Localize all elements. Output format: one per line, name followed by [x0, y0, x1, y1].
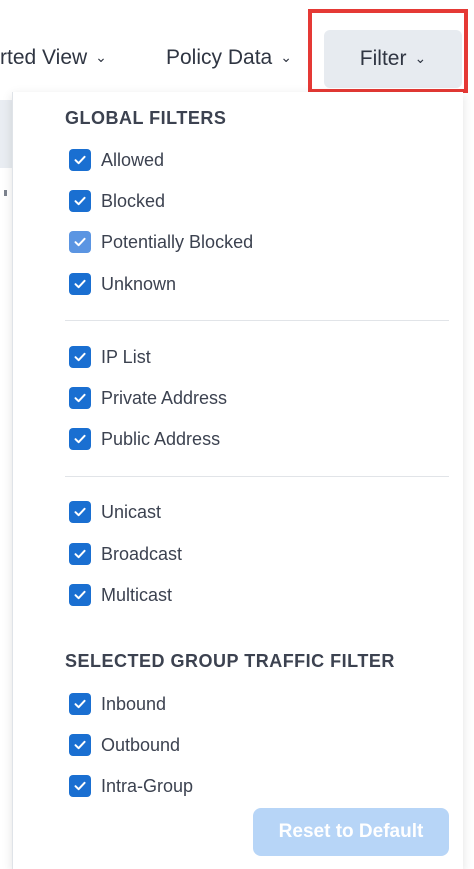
sorted-view-label: rted View	[0, 46, 88, 69]
filter-option-public-address[interactable]: Public Address	[69, 426, 220, 452]
divider	[65, 320, 449, 321]
filter-dropdown-panel: GLOBAL FILTERS Allowed Blocked Potential…	[12, 92, 463, 869]
filter-option-multicast[interactable]: Multicast	[69, 582, 172, 608]
checkbox-checked-icon[interactable]	[69, 584, 91, 606]
option-label: Broadcast	[101, 543, 183, 564]
checkbox-checked-icon[interactable]	[69, 543, 91, 565]
option-label: Multicast	[101, 584, 173, 605]
filter-option-unicast[interactable]: Unicast	[69, 499, 161, 525]
checkbox-checked-icon[interactable]	[69, 428, 91, 450]
checkbox-checked-icon[interactable]	[69, 190, 91, 212]
background-mark	[4, 190, 7, 196]
checkbox-checked-icon[interactable]	[69, 693, 91, 715]
global-filters-title: GLOBAL FILTERS	[65, 108, 227, 128]
checkbox-checked-icon[interactable]	[69, 734, 91, 756]
filter-option-allowed[interactable]: Allowed	[69, 147, 164, 173]
filter-option-private-address[interactable]: Private Address	[69, 385, 227, 411]
checkbox-checked-icon[interactable]	[69, 273, 91, 295]
option-label: Blocked	[101, 190, 166, 211]
chevron-down-icon: ⌄	[280, 49, 292, 65]
filter-option-broadcast[interactable]: Broadcast	[69, 541, 182, 567]
option-label: Allowed	[101, 149, 165, 170]
policy-data-label: Policy Data	[166, 46, 273, 69]
option-label: Unknown	[101, 273, 177, 294]
checkbox-checked-icon[interactable]	[69, 231, 91, 253]
chevron-down-icon: ⌄	[95, 49, 107, 65]
sorted-view-dropdown[interactable]: rted View ⌄	[0, 38, 107, 78]
divider	[65, 476, 449, 477]
checkbox-checked-icon[interactable]	[69, 501, 91, 523]
checkbox-checked-icon[interactable]	[69, 387, 91, 409]
highlight-box	[308, 9, 468, 93]
background-row	[0, 100, 12, 168]
option-label: Unicast	[101, 501, 162, 522]
option-label: Outbound	[101, 734, 181, 755]
option-label: Potentially Blocked	[101, 231, 254, 252]
filter-option-outbound[interactable]: Outbound	[69, 732, 180, 758]
filter-option-potentially-blocked[interactable]: Potentially Blocked	[69, 229, 253, 255]
option-label: IP List	[101, 346, 151, 367]
policy-data-dropdown[interactable]: Policy Data ⌄	[166, 38, 292, 78]
background-content	[0, 92, 12, 869]
traffic-filter-title: SELECTED GROUP TRAFFIC FILTER	[65, 651, 395, 671]
reset-to-default-button[interactable]: Reset to Default	[253, 808, 449, 856]
checkbox-checked-icon[interactable]	[69, 775, 91, 797]
filter-option-ip-list[interactable]: IP List	[69, 344, 151, 370]
option-label: Inbound	[101, 693, 167, 714]
checkbox-checked-icon[interactable]	[69, 346, 91, 368]
option-label: Intra-Group	[101, 775, 194, 796]
option-label: Public Address	[101, 428, 221, 449]
filter-option-blocked[interactable]: Blocked	[69, 188, 165, 214]
option-label: Private Address	[101, 387, 228, 408]
top-toolbar: rted View ⌄ Policy Data ⌄ Filter ⌄	[0, 0, 474, 93]
filter-option-inbound[interactable]: Inbound	[69, 691, 166, 717]
checkbox-checked-icon[interactable]	[69, 149, 91, 171]
filter-option-unknown[interactable]: Unknown	[69, 271, 176, 297]
filter-option-intra-group[interactable]: Intra-Group	[69, 773, 193, 799]
